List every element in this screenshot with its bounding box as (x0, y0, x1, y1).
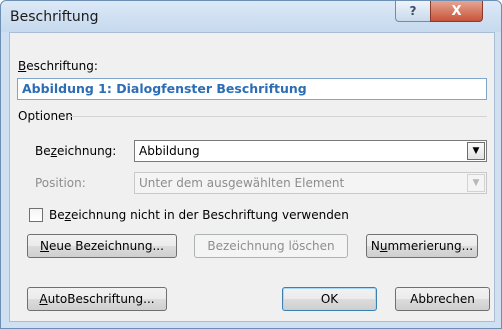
help-icon: ? (409, 4, 417, 18)
title-bar[interactable]: Beschriftung ? X (1, 1, 501, 32)
label-select-label: Bezeichnung: (35, 144, 116, 158)
exclude-label-text[interactable]: Bezeichnung nicht in der Beschriftung ve… (49, 208, 349, 222)
close-button[interactable]: X (430, 1, 483, 22)
numbering-button[interactable]: Nu mmerierung... (366, 234, 478, 258)
chevron-down-icon[interactable]: ▼ (467, 142, 485, 160)
autocaption-mnemonic: A (39, 292, 48, 306)
caption-input[interactable]: Abbildung 1: Dialogfenster Beschriftung (17, 78, 487, 100)
ok-button[interactable]: OK (282, 287, 377, 311)
caption-label: Beschriftung: (18, 59, 98, 73)
new-label-rest: eue Bezeichnung... (49, 239, 164, 253)
exclude-label-checkbox[interactable] (29, 208, 43, 222)
exclude-label-post: eichnung nicht in der Beschriftung verwe… (70, 208, 349, 222)
label-select[interactable]: Abbildung ▼ (134, 140, 487, 162)
new-label-mnemonic: N (40, 239, 50, 253)
numbering-mnemonic: u (379, 239, 388, 253)
caption-label-mnemonic: B (18, 59, 27, 73)
chevron-down-icon: ▼ (467, 174, 485, 192)
options-group-label: Optionen (18, 109, 74, 123)
new-label-button[interactable]: Neue Bezeichnung... (27, 234, 177, 258)
position-select-label: Position: (35, 176, 86, 190)
autocaption-button[interactable]: AutoBeschriftung... (27, 287, 167, 311)
window-title: Beschriftung (10, 9, 99, 25)
numbering-pre: N (370, 239, 380, 253)
position-select: Unter dem ausgewählten Element ▼ (134, 172, 487, 194)
options-group-divider (69, 116, 487, 117)
autocaption-rest: utoBeschriftung... (47, 292, 155, 306)
help-button[interactable]: ? (395, 1, 431, 22)
caption-label-rest: eschriftung: (26, 59, 98, 73)
close-icon: X (451, 3, 462, 19)
caption-dialog: Beschriftung ? X Beschriftung: Abbildung… (0, 0, 502, 329)
delete-label-button: Bezeichnung löschen (194, 234, 348, 258)
position-select-value: Unter dem ausgewählten Element (139, 176, 345, 190)
exclude-label-pre: Be (49, 208, 65, 222)
label-select-label-post: eichnung: (56, 144, 117, 158)
label-select-label-pre: Be (35, 144, 51, 158)
numbering-post: mmerierung... (387, 239, 474, 253)
cancel-button[interactable]: Abbrechen (395, 287, 490, 311)
label-select-value: Abbildung (139, 144, 200, 158)
